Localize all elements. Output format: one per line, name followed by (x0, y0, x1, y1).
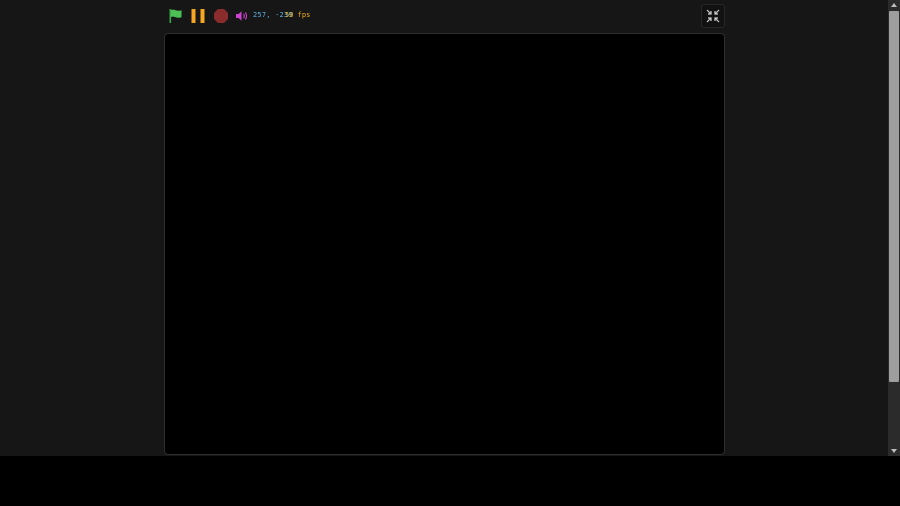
scroll-down-arrow[interactable] (888, 446, 900, 456)
green-flag-button[interactable] (166, 4, 186, 28)
fps-counter: 50 fps (285, 11, 311, 19)
exit-fullscreen-icon (706, 9, 720, 23)
exit-fullscreen-button[interactable] (701, 4, 725, 28)
bottom-blank-area (0, 456, 900, 506)
stop-button[interactable] (211, 4, 231, 28)
stop-icon (214, 9, 228, 23)
project-stage-canvas[interactable] (164, 33, 725, 455)
vertical-scrollbar[interactable] (888, 0, 900, 456)
scroll-up-arrow[interactable] (888, 0, 900, 10)
scrollbar-thumb[interactable] (889, 11, 899, 382)
sound-toggle-button[interactable] (234, 4, 250, 28)
caret-down-icon (891, 449, 897, 453)
green-flag-icon (169, 9, 182, 23)
pause-button[interactable] (189, 4, 207, 28)
pause-icon (191, 9, 205, 23)
caret-up-icon (891, 3, 897, 7)
speaker-icon (236, 11, 248, 21)
player-toolbar: 257, -239 50 fps (164, 4, 725, 28)
page-viewport: 257, -239 50 fps (0, 0, 888, 456)
